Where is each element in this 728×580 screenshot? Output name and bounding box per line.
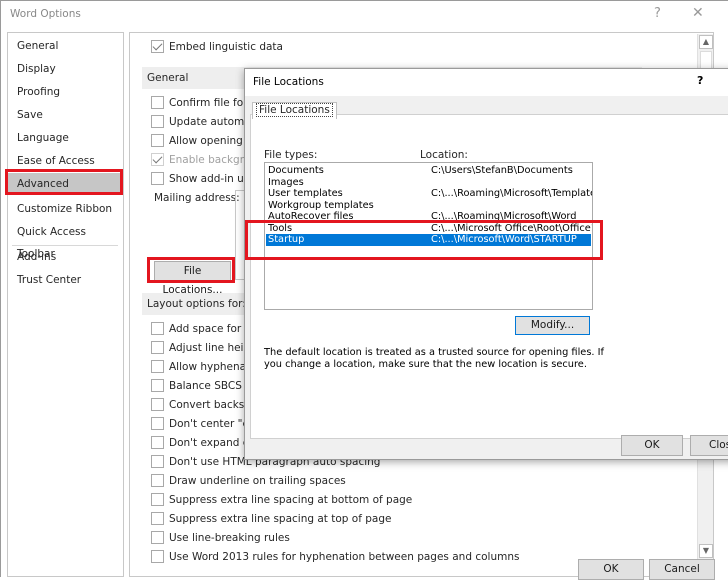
checkbox — [151, 153, 164, 166]
dialog-close-button[interactable]: Close — [690, 435, 728, 456]
dialog-title: File Locations — [253, 76, 324, 88]
option-layout[interactable]: Draw underline on trailing spaces — [151, 474, 346, 493]
checkbox[interactable] — [151, 512, 164, 525]
sidebar-item-trust-center[interactable]: Trust Center — [8, 269, 123, 291]
sidebar-item-ease-of-access[interactable]: Ease of Access — [8, 150, 123, 172]
dialog-ok-button[interactable]: OK — [621, 435, 683, 456]
file-types-header: File types: — [264, 149, 318, 161]
sidebar: General Display Proofing Save Language E… — [7, 32, 124, 577]
window-title: Word Options — [10, 8, 81, 20]
option-layout[interactable]: Suppress extra line spacing at bottom of… — [151, 493, 412, 512]
list-item[interactable]: Tools C:\...\Microsoft Office\Root\Office… — [266, 223, 592, 235]
option-embed-linguistic-data[interactable]: Embed linguistic data — [151, 40, 283, 59]
checkbox[interactable] — [151, 172, 164, 185]
list-item-selected[interactable]: Startup C:\...\Microsoft\Word\STARTUP — [266, 234, 591, 246]
checkbox[interactable] — [151, 550, 164, 563]
checkbox[interactable] — [151, 341, 164, 354]
close-icon[interactable]: ✕ — [692, 5, 704, 21]
checkbox[interactable] — [151, 40, 164, 53]
sidebar-item-add-ins[interactable]: Add-ins — [8, 246, 123, 268]
checkbox[interactable] — [151, 455, 164, 468]
checkbox[interactable] — [151, 436, 164, 449]
checkbox[interactable] — [151, 96, 164, 109]
sidebar-item-save[interactable]: Save — [8, 104, 123, 126]
list-item[interactable]: Images — [266, 177, 591, 189]
sidebar-item-language[interactable]: Language — [8, 127, 123, 149]
dialog-body: File types: Location: Documents C:\Users\… — [250, 114, 728, 439]
checkbox[interactable] — [151, 379, 164, 392]
modify-button[interactable]: Modify... — [515, 316, 590, 335]
checkbox[interactable] — [151, 417, 164, 430]
option-layout[interactable]: Use line-breaking rules — [151, 531, 290, 550]
help-icon[interactable]: ? — [654, 6, 661, 21]
sidebar-item-advanced[interactable]: Advanced — [8, 173, 123, 195]
sidebar-item-display[interactable]: Display — [8, 58, 123, 80]
file-locations-button[interactable]: File Locations... — [154, 261, 231, 296]
window-border — [0, 0, 1, 577]
list-item[interactable]: Workgroup templates — [266, 200, 591, 212]
checkbox[interactable] — [151, 493, 164, 506]
dialog-titlebar: File Locations ? — [245, 69, 728, 96]
list-item[interactable]: User templates C:\...\Roaming\Microsoft\T… — [266, 188, 592, 200]
scroll-up-arrow-icon[interactable]: ▲ — [699, 35, 713, 49]
sidebar-item-general[interactable]: General — [8, 35, 123, 57]
checkbox[interactable] — [151, 134, 164, 147]
window-border — [0, 0, 728, 1]
checkbox[interactable] — [151, 474, 164, 487]
list-item[interactable]: Documents C:\Users\StefanB\Documents — [266, 165, 591, 177]
info-text: The default location is treated as a tru… — [264, 347, 604, 370]
file-types-list[interactable]: Documents C:\Users\StefanB\Documents Imag… — [264, 162, 593, 310]
checkbox[interactable] — [151, 322, 164, 335]
scroll-down-arrow-icon[interactable]: ▼ — [699, 544, 713, 558]
checkbox[interactable] — [151, 360, 164, 373]
list-item[interactable]: AutoRecover files C:\...\Roaming\Microsof… — [266, 211, 591, 223]
mailing-address-label: Mailing address: — [154, 192, 240, 204]
sidebar-item-proofing[interactable]: Proofing — [8, 81, 123, 103]
option-layout[interactable]: Use Word 2013 rules for hyphenation betw… — [151, 550, 519, 569]
help-icon[interactable]: ? — [697, 74, 703, 87]
sidebar-item-customize-ribbon[interactable]: Customize Ribbon — [8, 198, 123, 220]
checkbox[interactable] — [151, 531, 164, 544]
location-header: Location: — [420, 149, 468, 161]
file-locations-dialog: File Locations ? File Locations File typ… — [244, 68, 728, 460]
sidebar-item-quick-access-toolbar[interactable]: Quick Access Toolbar — [8, 221, 123, 260]
option-layout[interactable]: Suppress extra line spacing at top of pa… — [151, 512, 392, 531]
checkbox[interactable] — [151, 115, 164, 128]
tab-file-locations[interactable]: File Locations — [252, 102, 337, 119]
checkbox[interactable] — [151, 398, 164, 411]
